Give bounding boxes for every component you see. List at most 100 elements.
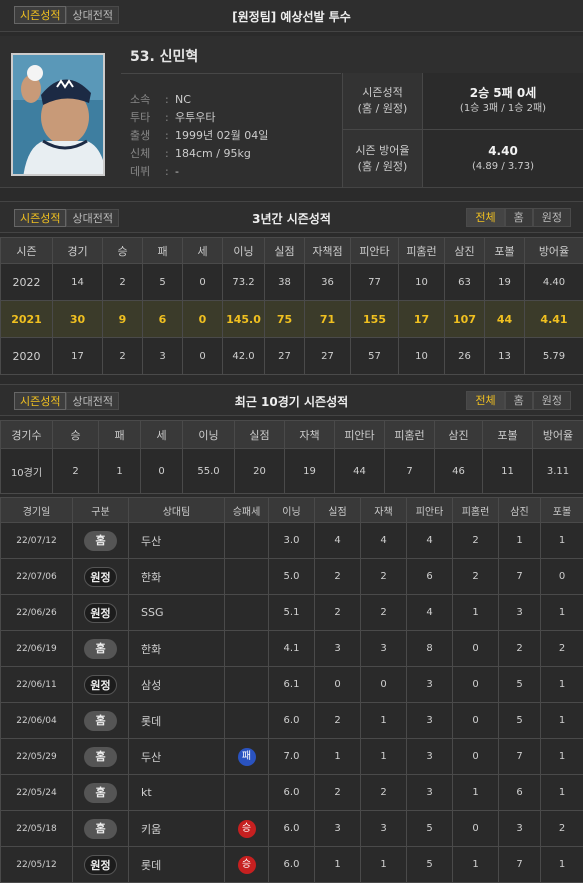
column-header: 삼진: [444, 237, 485, 264]
stat-cell: 11: [482, 448, 533, 494]
location-badge: 홈: [84, 710, 117, 731]
stat-cell: 1: [360, 738, 407, 775]
season-cell: 2022: [0, 263, 53, 301]
season-cell: 2020: [0, 337, 53, 375]
game-row: 22/06/19 홈 한화 4.1 3 3 8 0 2 2: [0, 630, 583, 667]
filter-away-button[interactable]: 원정: [532, 391, 571, 410]
player-profile: 53. 신민혁 소속: NC 투타: 우투우타 출생:1999년 02월 04일 신…: [0, 36, 583, 188]
info-key: 투타: [130, 111, 151, 124]
stat-cell: 0: [140, 448, 183, 494]
stat-cell: 1: [452, 774, 499, 811]
filter-home-button[interactable]: 홈: [504, 391, 533, 410]
stat-cell: 4: [406, 522, 453, 559]
stat-cell: 57: [350, 337, 399, 375]
column-header: 삼진: [498, 497, 541, 523]
summary-subvalue: (4.89 / 3.73): [471, 160, 535, 172]
stat-cell: 1: [540, 594, 583, 631]
result-cell: [224, 594, 269, 631]
stat-cell: 4: [360, 522, 407, 559]
stat-cell: 10경기: [0, 448, 53, 494]
stat-cell: 44: [484, 300, 525, 338]
info-key: 신체: [130, 147, 151, 160]
info-value: 1999년 02월 04일: [175, 129, 269, 142]
stat-cell: 17: [52, 337, 103, 375]
stat-cell: 77: [350, 263, 399, 301]
location-cell: 원정: [72, 558, 129, 595]
stat-cell: 2: [314, 774, 361, 811]
stat-cell: 10: [398, 263, 445, 301]
stat-cell: 27: [264, 337, 305, 375]
divider: [121, 73, 341, 74]
stat-cell: 38: [264, 263, 305, 301]
stat-cell: 75: [264, 300, 305, 338]
result-cell: 승: [224, 846, 269, 883]
stat-cell: 6.0: [268, 846, 315, 883]
column-header: 이닝: [222, 237, 265, 264]
player-photo: [11, 53, 105, 176]
season-row: 2020 17 2 3 0 42.0 27 27 57 10 26 13 5.79: [0, 337, 583, 375]
stat-cell: 1: [314, 738, 361, 775]
stat-cell: 1: [540, 702, 583, 739]
result-cell: 승: [224, 810, 269, 847]
stat-cell: 0: [182, 263, 223, 301]
stat-cell: 9: [102, 300, 143, 338]
stat-cell: 2: [498, 630, 541, 667]
stat-cell: 0: [182, 300, 223, 338]
stat-cell: 8: [406, 630, 453, 667]
stat-cell: 2: [540, 810, 583, 847]
game-date: 22/05/24: [0, 774, 73, 811]
column-header: 피안타: [350, 237, 399, 264]
stat-cell: 5.0: [268, 558, 315, 595]
stat-cell: 42.0: [222, 337, 265, 375]
stat-cell: 3: [406, 774, 453, 811]
opponent-team: 키움: [128, 810, 225, 847]
info-value: 184cm / 95kg: [175, 147, 251, 160]
season-summary: 시즌성적 (홈 / 원정) 2승 5패 0세 (1승 3패 / 1승 2패) 시즌 …: [342, 73, 583, 188]
location-badge: 홈: [84, 638, 117, 659]
stat-cell: 6.0: [268, 774, 315, 811]
info-value: 우투우타: [175, 111, 216, 124]
game-row: 22/05/12 원정 롯데 승 6.0 1 1 5 1 7 1: [0, 846, 583, 883]
info-row: 투타: 우투우타: [130, 109, 268, 127]
stat-cell: 155: [350, 300, 399, 338]
stat-cell: 27: [304, 337, 351, 375]
stat-cell: 0: [452, 738, 499, 775]
column-header: 이닝: [268, 497, 315, 523]
player-name: 53. 신민혁: [130, 49, 199, 65]
stat-cell: 5: [498, 666, 541, 703]
opponent-team: 한화: [128, 630, 225, 667]
stat-cell: 63: [444, 263, 485, 301]
column-header: 세: [182, 237, 223, 264]
info-row: 출생:1999년 02월 04일: [130, 127, 268, 145]
filter-home-button[interactable]: 홈: [504, 208, 533, 227]
stat-cell: 5: [406, 810, 453, 847]
stat-cell: 2: [102, 337, 143, 375]
game-row: 22/05/18 홈 키움 승 6.0 3 3 5 0 3 2: [0, 810, 583, 847]
location-cell: 원정: [72, 594, 129, 631]
game-row: 22/06/26 원정 SSG 5.1 2 2 4 1 3 1: [0, 594, 583, 631]
stat-cell: 13: [484, 337, 525, 375]
stat-cell: 3: [498, 594, 541, 631]
filter-all-button[interactable]: 전체: [466, 391, 505, 410]
game-log-wrap: 경기일 구분 상대팀 승패세 이닝 실점 자책 피안타 피홈런 삼진 포볼 22/07/12 홈 두산 3…: [0, 497, 583, 883]
opponent-team: 롯데: [128, 846, 225, 883]
column-header: 포볼: [482, 420, 533, 449]
stat-cell: 7.0: [268, 738, 315, 775]
header-bar: 시즌성적 상대전적 [원정팀] 예상선발 투수: [0, 0, 583, 32]
stat-cell: 3: [406, 702, 453, 739]
filter-away-button[interactable]: 원정: [532, 208, 571, 227]
filter-all-button[interactable]: 전체: [466, 208, 505, 227]
result-cell: [224, 774, 269, 811]
game-row: 22/07/06 원정 한화 5.0 2 2 6 2 7 0: [0, 558, 583, 595]
column-header: 경기일: [0, 497, 73, 523]
opponent-team: SSG: [128, 594, 225, 631]
column-header: 세: [140, 420, 183, 449]
column-header: 실점: [234, 420, 285, 449]
stat-cell: 10: [398, 337, 445, 375]
location-cell: 원정: [72, 666, 129, 703]
summary-row-record: 시즌성적 (홈 / 원정) 2승 5패 0세 (1승 3패 / 1승 2패): [343, 73, 583, 130]
stat-cell: 5: [498, 702, 541, 739]
player-info: 소속: NC 투타: 우투우타 출생:1999년 02월 04일 신체:184cm …: [130, 91, 268, 181]
location-cell: 원정: [72, 846, 129, 883]
stat-cell: 55.0: [182, 448, 235, 494]
